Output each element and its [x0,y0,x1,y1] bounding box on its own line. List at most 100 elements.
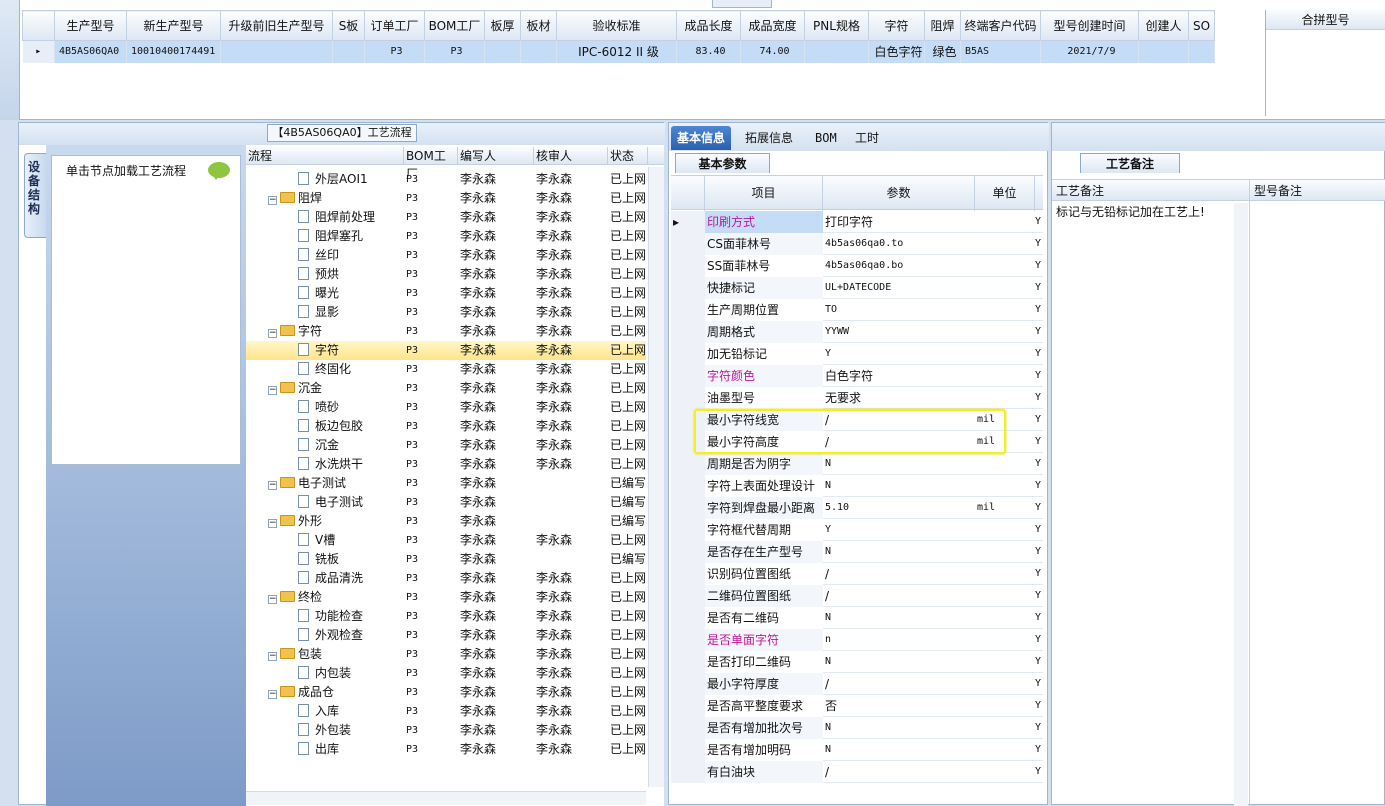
param-value[interactable]: N [823,739,975,761]
table-cell[interactable] [804,40,869,63]
col-header[interactable]: 板材 [520,10,557,41]
param-value[interactable]: Y [823,343,975,365]
tree-row[interactable]: 外观检查 P3 李永森 李永森 已上网 [246,626,646,645]
col-header[interactable]: 板厚 [484,10,521,41]
param-value[interactable]: YYWW [823,321,975,343]
tree-node[interactable]: − 阻焊 [268,189,404,208]
param-value[interactable]: N [823,453,975,475]
tree-node[interactable]: V槽 [298,531,404,550]
table-cell[interactable] [520,40,557,63]
param-value[interactable]: 4b5as06qa0.to [823,233,975,255]
tree-node[interactable]: 外包装 [298,721,404,740]
param-row[interactable]: 是否高平整度要求否 Y [671,695,1043,717]
param-row[interactable]: ▸ 印刷方式 打印字符 Y [671,211,1043,233]
param-row[interactable]: 最小字符厚度 / Y [671,673,1043,695]
table-cell[interactable]: P3 [424,40,485,63]
collapse-icon[interactable]: − [268,652,277,661]
param-row[interactable]: 周期是否为阴字 N Y [671,453,1043,475]
table-cell[interactable]: 83.40 [676,40,741,63]
param-value[interactable]: 打印字符 [823,211,975,233]
tree-vertical-scrollbar[interactable] [648,167,664,787]
table-row[interactable]: ▸ 4B5AS06QA0 10010400174491 P3 P3 IPC-60… [22,40,1215,63]
tree-node[interactable]: 铣板 [298,550,404,569]
table-cell[interactable] [220,40,333,63]
param-row[interactable]: 生产周期位置 TO Y [671,299,1043,321]
param-value[interactable]: N [823,541,975,563]
col-header[interactable]: 字符 [868,10,925,41]
param-row[interactable]: 二维码位置图纸 / Y [671,585,1043,607]
param-value[interactable]: Y [823,519,975,541]
tree-node[interactable]: 曝光 [298,284,404,303]
param-row[interactable]: 是否有增加批次号 N Y [671,717,1043,739]
col-header[interactable]: 订单工厂 [364,10,425,41]
tree-row[interactable]: 丝印 P3 李永森 李永森 已上网 [246,246,646,265]
param-row[interactable]: SS面菲林号 4b5as06qa0.bo Y [671,255,1043,277]
tree-horizontal-scrollbar[interactable] [246,791,646,805]
tree-row[interactable]: − 电子测试 P3 李永森 已编写 [246,474,646,493]
col-header[interactable]: 创建人 [1138,10,1189,41]
tree-row[interactable]: 内包装 P3 李永森 李永森 已上网 [246,664,646,683]
table-cell[interactable]: 绿色 [924,40,961,63]
param-value[interactable]: N [823,475,975,497]
col-header[interactable]: 核审人 [534,147,608,165]
table-cell[interactable] [1138,40,1189,63]
merge-model-header[interactable]: 合拼型号 [1266,10,1385,30]
tree-node[interactable]: 内包装 [298,664,404,683]
tree-node[interactable]: 水洗烘干 [298,455,404,474]
param-row[interactable]: 有白油块 / Y [671,761,1043,783]
tab-basic-params[interactable]: 基本参数 [675,153,770,173]
tree-node[interactable]: 电子测试 [298,493,404,512]
tree-node[interactable]: − 终检 [268,588,404,607]
col-header[interactable]: 终端客户代码 [960,10,1041,41]
tree-node[interactable]: 阻焊前处理 [298,208,404,227]
table-cell[interactable] [1188,40,1215,63]
param-value[interactable]: 5.10 [823,497,975,519]
col-header[interactable]: 项目 [705,176,823,211]
tree-node[interactable]: 成品清洗 [298,569,404,588]
tree-row[interactable]: 预烘 P3 李永森 李永森 已上网 [246,265,646,284]
col-header[interactable]: 阻焊 [924,10,961,41]
tree-row[interactable]: − 成品仓 P3 李永森 李永森 已上网 [246,683,646,702]
param-value[interactable]: N [823,717,975,739]
col-header[interactable]: 成品长度 [676,10,741,41]
tree-row[interactable]: 功能检查 P3 李永森 李永森 已上网 [246,607,646,626]
process-remark-text[interactable]: 标记与无铅标记加在工艺上! [1056,203,1205,220]
tree-row[interactable]: 字符 P3 李永森 李永森 已上网 [246,341,646,360]
tree-node[interactable]: 显影 [298,303,404,322]
tab-extended-info[interactable]: 拓展信息 [739,126,799,150]
tree-node[interactable]: − 外形 [268,512,404,531]
table-cell[interactable]: 10010400174491 [126,40,221,63]
tab-bom[interactable]: BOM [809,126,843,150]
collapse-icon[interactable]: − [268,519,277,528]
param-value[interactable]: 无要求 [823,387,975,409]
table-cell[interactable]: 2021/7/9 [1040,40,1139,63]
tree-row[interactable]: 外层AOI1 P3 李永森 李永森 已上网 [246,170,646,189]
col-header[interactable]: S板 [332,10,365,41]
param-value[interactable]: N [823,607,975,629]
top-splitter-handle[interactable] [712,0,772,8]
param-row[interactable]: 周期格式 YYWW Y [671,321,1043,343]
tree-row[interactable]: 沉金 P3 李永森 李永森 已上网 [246,436,646,455]
collapse-icon[interactable]: − [268,481,277,490]
tree-node[interactable]: 沉金 [298,436,404,455]
tree-row[interactable]: 外包装 P3 李永森 李永森 已上网 [246,721,646,740]
col-header[interactable]: 工艺备注 [1056,180,1104,202]
tree-row[interactable]: V槽 P3 李永森 李永森 已上网 [246,531,646,550]
collapse-icon[interactable]: − [268,196,277,205]
tree-row[interactable]: 成品清洗 P3 李永森 李永森 已上网 [246,569,646,588]
col-header[interactable]: 编写人 [458,147,534,165]
param-row[interactable]: CS面菲林号 4b5as06qa0.to Y [671,233,1043,255]
table-cell[interactable] [484,40,521,63]
tab-basic-info[interactable]: 基本信息 [671,126,732,150]
param-value[interactable]: N [823,651,975,673]
collapse-icon[interactable]: − [268,690,277,699]
tree-row[interactable]: 出库 P3 李永森 李永森 已上网 [246,740,646,759]
tree-row[interactable]: 电子测试 P3 李永森 已编写 [246,493,646,512]
tab-work-hours[interactable]: 工时 [849,126,885,150]
table-cell[interactable]: P3 [364,40,425,63]
param-value[interactable]: n [823,629,975,651]
param-row[interactable]: 字符框代替周期 Y Y [671,519,1043,541]
param-row[interactable]: 字符到焊盘最小距离 5.10 mil Y [671,497,1043,519]
tree-row[interactable]: − 包装 P3 李永森 李永森 已上网 [246,645,646,664]
node-list[interactable]: 单击节点加载工艺流程 [51,155,241,465]
